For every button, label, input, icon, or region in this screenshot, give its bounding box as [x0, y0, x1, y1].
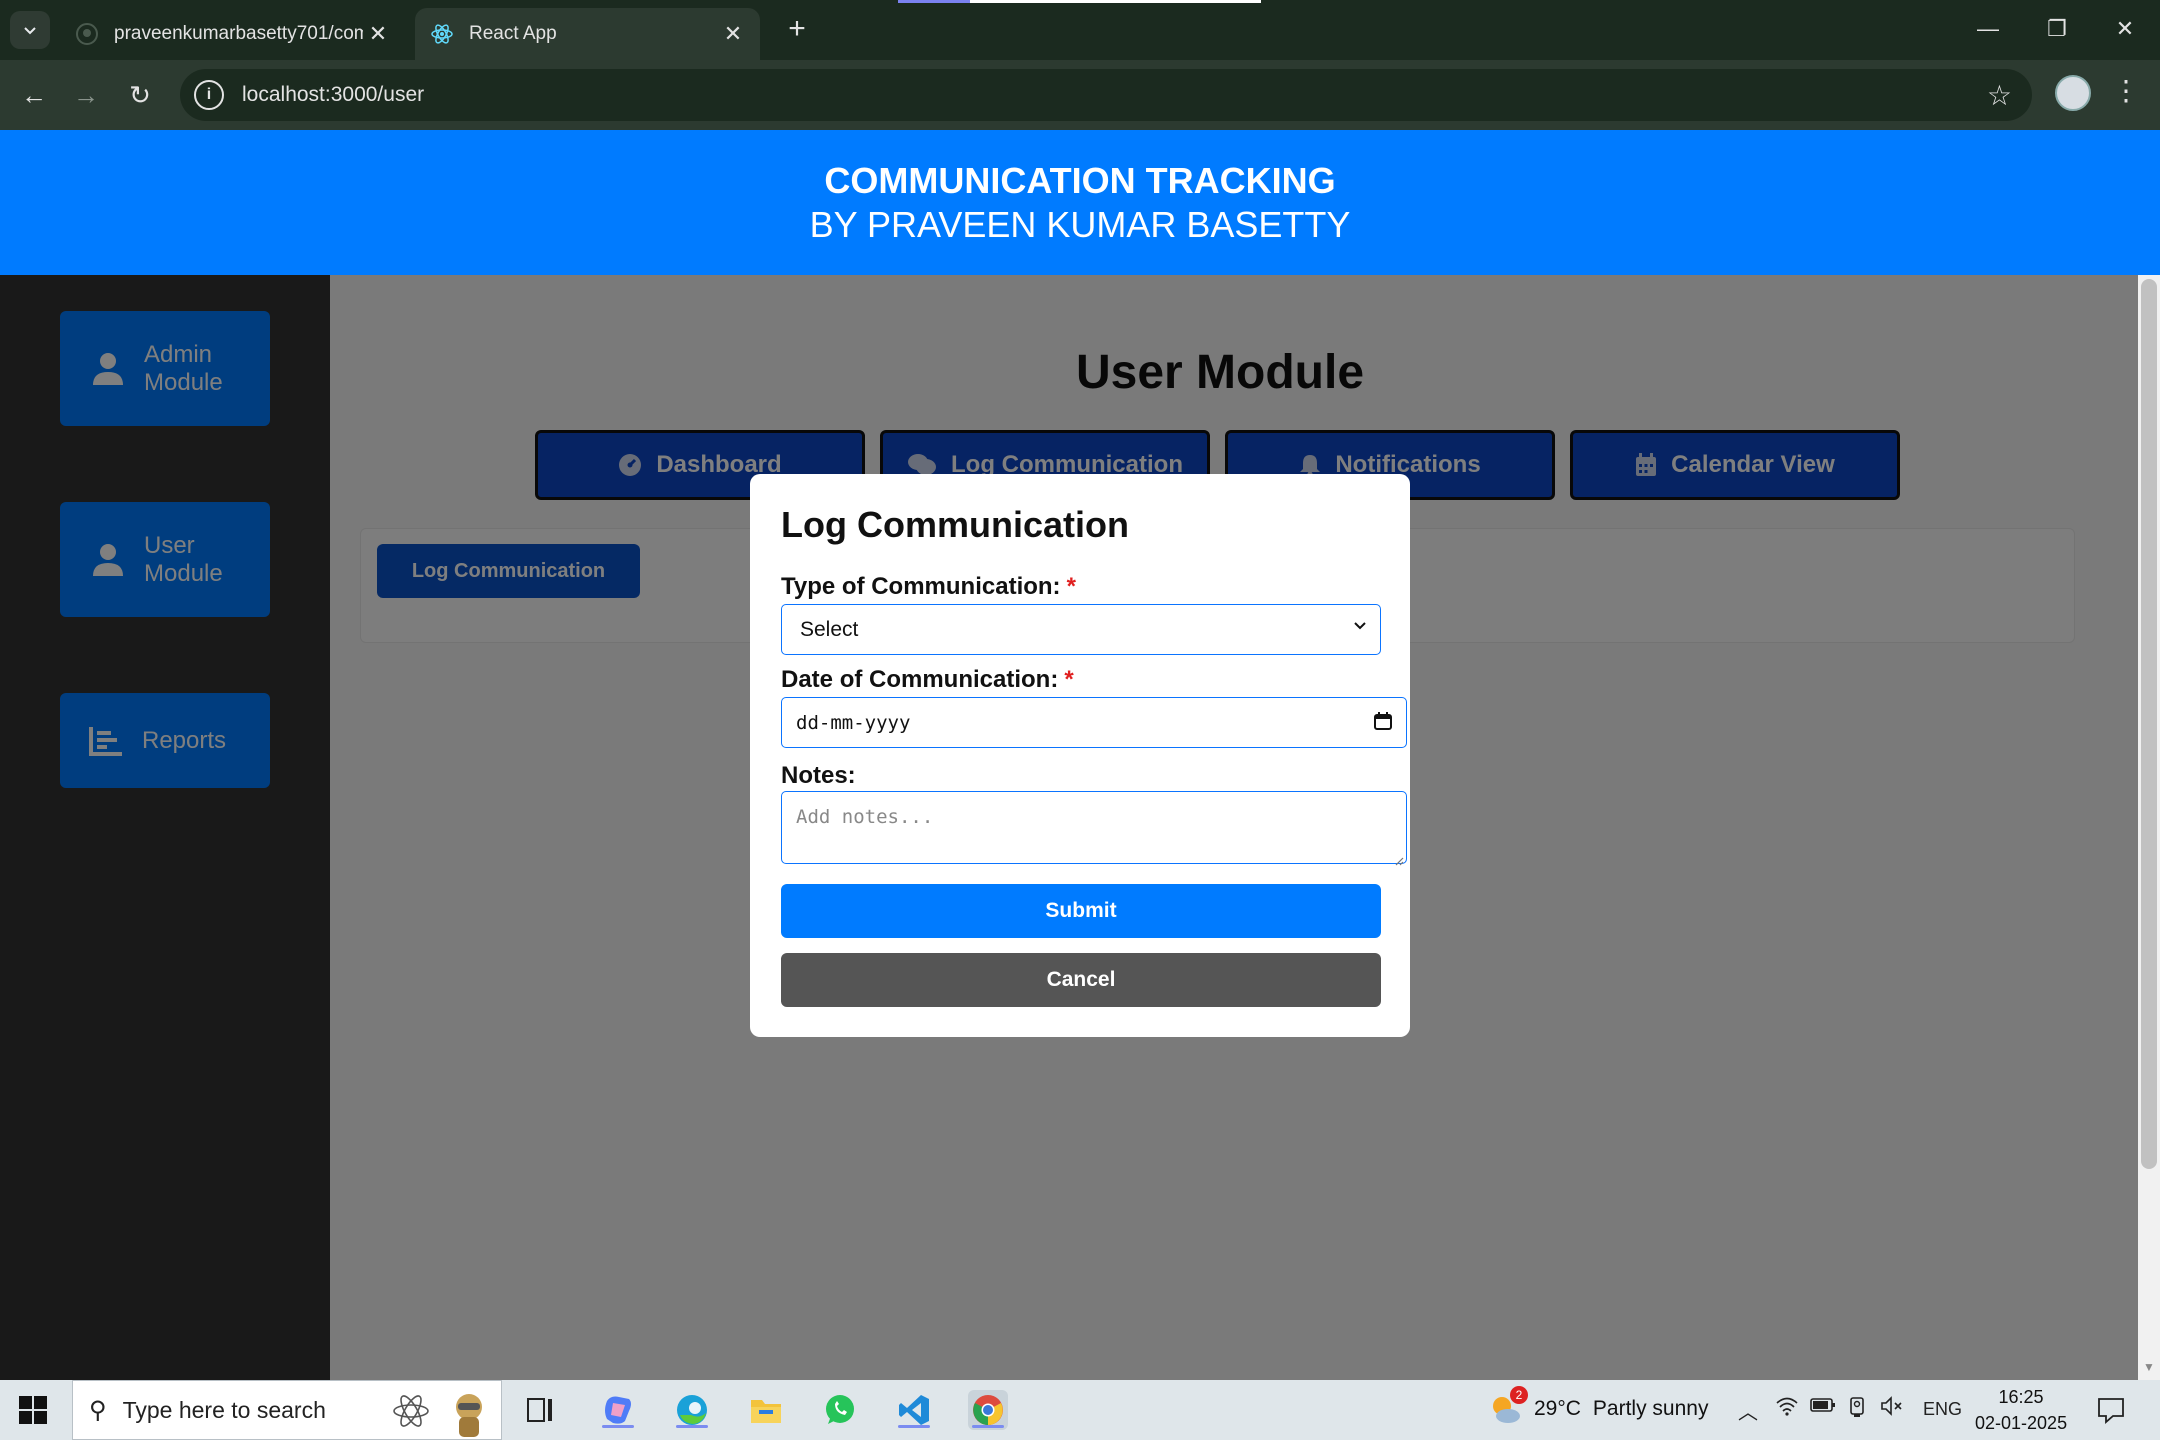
vscode-icon[interactable]	[894, 1390, 934, 1430]
log-communication-modal: Log Communication Type of Communication:…	[750, 474, 1410, 1037]
chevron-down-icon	[24, 27, 36, 35]
forward-arrow-icon[interactable]: →	[66, 75, 106, 115]
wifi-icon[interactable]	[1776, 1396, 1798, 1422]
window-close-icon[interactable]: ✕	[2100, 10, 2150, 48]
weather-widget[interactable]: 2 29°C Partly sunny	[1488, 1386, 1709, 1426]
edge-icon[interactable]	[672, 1390, 712, 1430]
weather-description: Partly sunny	[1592, 1397, 1709, 1420]
volume-muted-icon[interactable]	[1880, 1396, 1904, 1422]
resize-grip-icon[interactable]	[1392, 849, 1404, 866]
address-bar[interactable]: i localhost:3000/user ☆	[180, 69, 2032, 121]
profile-avatar[interactable]	[2055, 75, 2091, 111]
reload-icon[interactable]: ↻	[120, 75, 160, 115]
cancel-button[interactable]: Cancel	[781, 953, 1381, 1007]
date-placeholder: dd-mm-yyyy	[796, 711, 911, 734]
tab-search-button[interactable]	[10, 11, 50, 49]
atom-icon	[391, 1393, 431, 1434]
weather-badge: 2	[1510, 1386, 1528, 1404]
windows-start-icon[interactable]	[18, 1395, 48, 1425]
github-icon	[74, 21, 100, 47]
required-asterisk: *	[1064, 666, 1074, 693]
scrollbar-thumb[interactable]	[2141, 279, 2157, 1169]
clock-date: 02-01-2025	[1975, 1413, 2068, 1433]
browser-toolbar: ← → ↻ i localhost:3000/user ☆ ⋮	[0, 60, 2160, 130]
url-text[interactable]: localhost:3000/user	[242, 83, 424, 107]
taskbar-search-box[interactable]: ⚲ Type here to search	[72, 1380, 502, 1440]
bookmark-star-icon[interactable]: ☆	[1987, 79, 2012, 112]
tab-title: praveenkumarbasetty701/comm	[114, 23, 363, 44]
clock-time: 16:25	[1998, 1387, 2044, 1407]
app-title: COMMUNICATION TRACKING	[824, 160, 1336, 201]
battery-icon[interactable]	[1810, 1396, 1836, 1419]
search-placeholder: Type here to search	[122, 1396, 326, 1423]
system-clock[interactable]: 16:25 02-01-2025	[1975, 1384, 2067, 1436]
windows-taskbar: ⚲ Type here to search 2 29°C Partly sunn…	[0, 1380, 2160, 1440]
show-hidden-icons-chevron-icon[interactable]: ︿	[1738, 1396, 1758, 1425]
app-subtitle: BY PRAVEEN KUMAR BASETTY	[809, 204, 1351, 245]
browser-tab-strip: praveenkumarbasetty701/comm ✕ React App …	[0, 0, 2160, 60]
active-app-indicator	[898, 1425, 930, 1428]
required-asterisk: *	[1066, 573, 1076, 600]
active-app-indicator	[676, 1425, 708, 1428]
new-tab-plus-icon[interactable]: +	[780, 12, 814, 46]
minimize-icon[interactable]: —	[1963, 10, 2013, 48]
chrome-icon[interactable]	[968, 1390, 1008, 1430]
communication-type-select[interactable]: Select	[781, 604, 1381, 655]
notes-placeholder: Add notes...	[796, 806, 934, 828]
app-header: COMMUNICATION TRACKING BY PRAVEEN KUMAR …	[0, 130, 2160, 275]
copilot-icon[interactable]	[598, 1390, 638, 1430]
search-highlight-icon	[445, 1387, 493, 1440]
date-of-communication-label: Date of Communication: *	[781, 666, 1074, 693]
select-value: Select	[800, 617, 859, 641]
react-icon	[429, 21, 455, 47]
restore-icon[interactable]: ❐	[2032, 10, 2082, 48]
camera-icon[interactable]	[1848, 1396, 1868, 1424]
back-arrow-icon[interactable]: ←	[14, 75, 54, 115]
tab-title: React App	[469, 23, 557, 44]
scroll-down-arrow-icon[interactable]: ▼	[2143, 1360, 2155, 1374]
browser-menu-icon[interactable]: ⋮	[2112, 74, 2140, 107]
tab-loading-bar-accent	[898, 0, 970, 3]
active-app-indicator	[602, 1425, 634, 1428]
partly-sunny-icon: 2	[1488, 1386, 1528, 1426]
notes-label: Notes:	[781, 762, 856, 789]
modal-title: Log Communication	[781, 504, 1129, 545]
search-icon: ⚲	[89, 1396, 107, 1424]
whatsapp-icon[interactable]	[820, 1390, 860, 1430]
browser-tab-react-app[interactable]: React App ✕	[415, 8, 760, 60]
file-explorer-icon[interactable]	[746, 1390, 786, 1430]
notification-center-icon[interactable]	[2095, 1394, 2127, 1426]
calendar-icon[interactable]	[1374, 712, 1392, 730]
site-info-icon[interactable]: i	[194, 80, 224, 110]
close-tab-icon[interactable]: ✕	[718, 19, 748, 49]
active-app-indicator	[972, 1425, 1004, 1428]
notes-textarea[interactable]: Add notes...	[781, 791, 1407, 866]
language-indicator[interactable]: ENG	[1923, 1399, 1962, 1420]
weather-temp: 29°C	[1534, 1397, 1581, 1420]
communication-date-input[interactable]: dd-mm-yyyy	[781, 697, 1407, 748]
type-of-communication-label: Type of Communication: *	[781, 573, 1076, 600]
chevron-down-icon	[1352, 616, 1368, 639]
task-view-icon[interactable]	[520, 1390, 560, 1430]
close-tab-icon[interactable]: ✕	[363, 19, 393, 49]
page-scrollbar[interactable]: ▼	[2138, 275, 2160, 1380]
submit-button[interactable]: Submit	[781, 884, 1381, 938]
browser-tab-github[interactable]: praveenkumarbasetty701/comm ✕	[60, 8, 405, 60]
